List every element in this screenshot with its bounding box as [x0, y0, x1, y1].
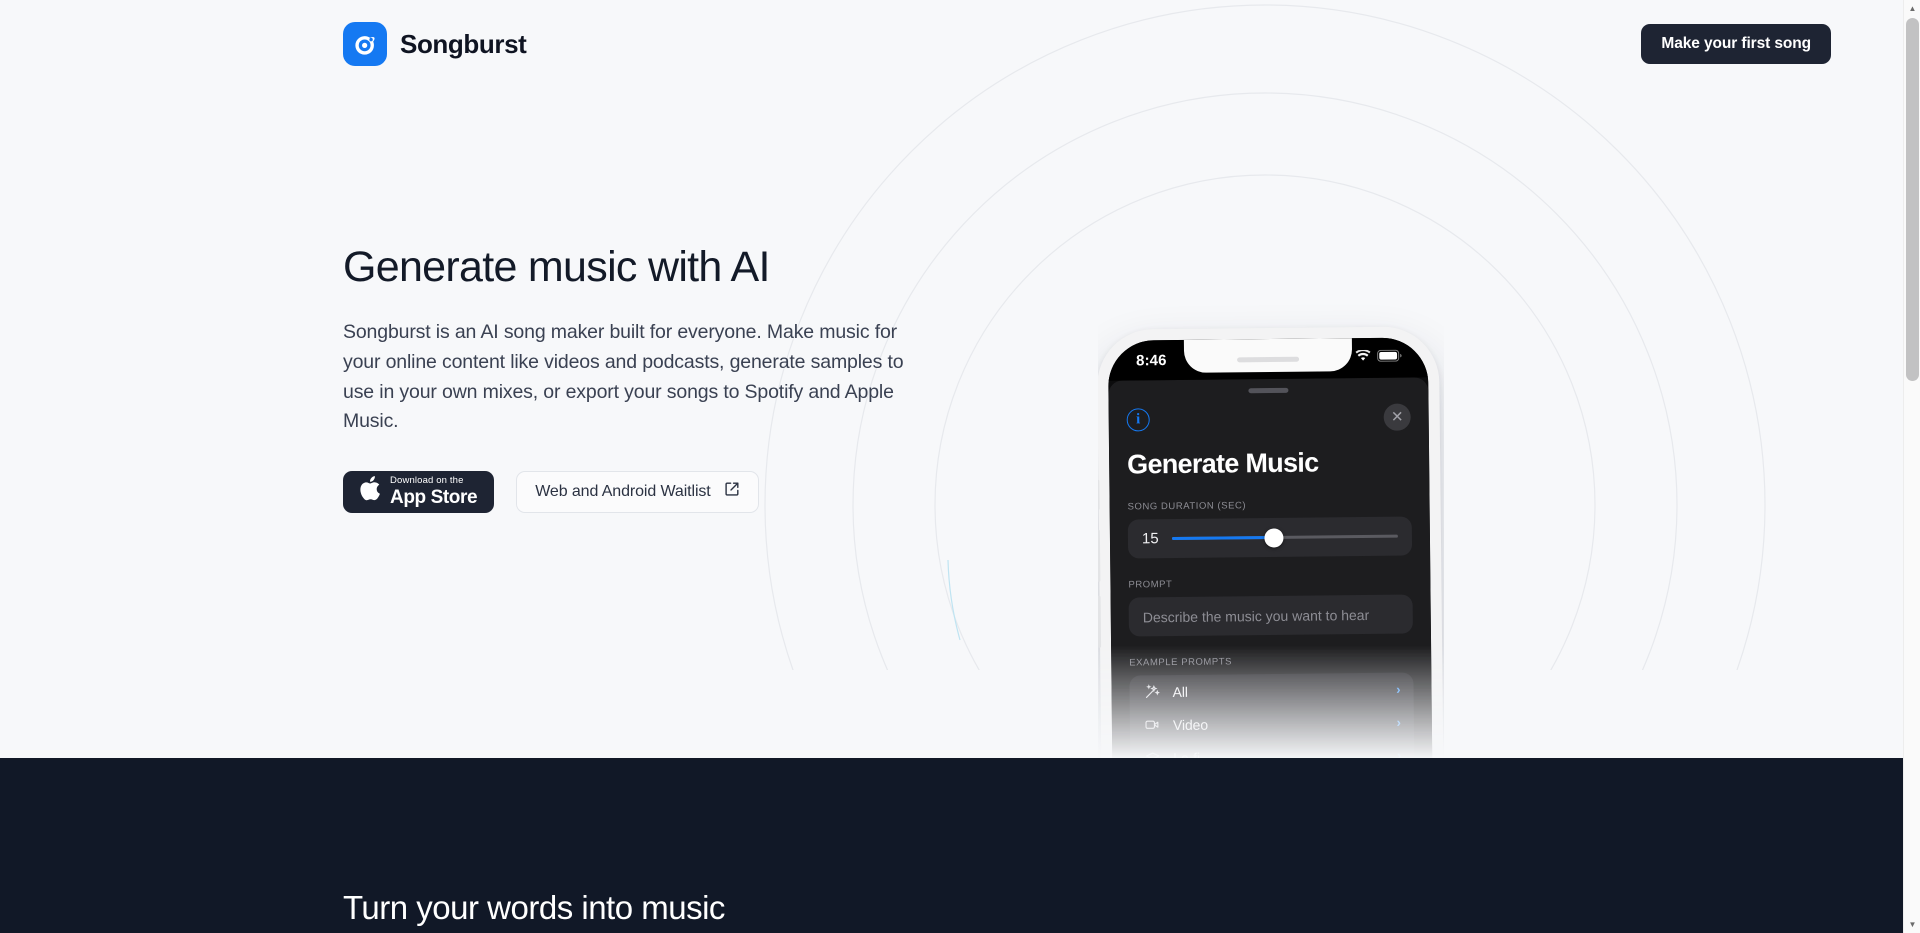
wifi-icon: [1355, 349, 1371, 367]
phone-screen: 8:46 i ✕ Generate Music SONG DURATION (S…: [1107, 337, 1435, 758]
list-item-label: All: [1172, 683, 1188, 700]
chevron-right-icon: ›: [1396, 681, 1401, 697]
scrollbar-up-arrow-icon[interactable]: ▲: [1904, 0, 1920, 17]
prompt-input[interactable]: [1128, 594, 1413, 637]
sheet-title: Generate Music: [1127, 447, 1319, 480]
hero-section: Generate music with AI Songburst is an A…: [0, 88, 1903, 758]
song-duration-value: 15: [1141, 530, 1159, 548]
hero-subtitle: Songburst is an AI song maker built for …: [343, 321, 904, 433]
slider-fill: [1171, 535, 1274, 541]
sparkle-wand-icon: [1142, 683, 1160, 701]
phone-mockup: 8:46 i ✕ Generate Music SONG DURATION (S…: [1098, 240, 1444, 758]
phone-earpiece-speaker: [1237, 356, 1300, 363]
status-time: 8:46: [1135, 351, 1167, 369]
section-heading: Turn your words into music: [343, 889, 725, 926]
scrollbar-down-arrow-icon[interactable]: ▼: [1904, 916, 1920, 933]
phone-volume-down-button: [1098, 595, 1102, 648]
make-first-song-button[interactable]: Make your first song: [1641, 24, 1831, 64]
hero-actions: Download on the App Store Web and Androi…: [343, 470, 943, 513]
list-item-label: Lo-fi: [1173, 749, 1201, 758]
phone-status-bar: 8:46: [1107, 337, 1429, 381]
sheet-topbar: i ✕: [1126, 403, 1411, 434]
video-camera-icon: [1143, 716, 1161, 734]
hero-copy: Generate music with AI Songburst is an A…: [343, 243, 943, 513]
graduation-cap-icon: [1143, 749, 1161, 758]
song-duration-slider[interactable]: 15: [1127, 516, 1413, 559]
brand-logo-link[interactable]: Songburst: [343, 22, 527, 66]
list-item[interactable]: All ›: [1129, 673, 1413, 709]
chevron-right-icon: ›: [1396, 747, 1402, 758]
phone-frame: 8:46 i ✕ Generate Music SONG DURATION (S…: [1098, 326, 1444, 758]
songburst-comet-logo-icon: [343, 22, 387, 66]
phone-silent-switch: [1098, 479, 1100, 510]
battery-full-icon: [1377, 349, 1402, 367]
page-root: Songburst Make your first song Generate …: [0, 0, 1920, 933]
site-header: Songburst Make your first song: [0, 0, 1903, 88]
waitlist-label: Web and Android Waitlist: [535, 482, 711, 500]
web-android-waitlist-button[interactable]: Web and Android Waitlist: [516, 470, 759, 513]
list-item[interactable]: Video ›: [1130, 706, 1414, 742]
list-item-label: Video: [1172, 716, 1209, 733]
phone-notch: [1183, 337, 1353, 373]
app-store-download-button[interactable]: Download on the App Store: [343, 470, 495, 513]
words-into-music-section: Turn your words into music: [0, 758, 1903, 933]
example-prompts-label: EXAMPLE PROMPTS: [1129, 656, 1233, 669]
brand-name: Songburst: [400, 28, 527, 59]
chevron-right-icon: ›: [1396, 714, 1401, 730]
info-circle-icon[interactable]: i: [1126, 408, 1150, 432]
scrollbar-thumb[interactable]: [1906, 18, 1919, 381]
page-scrollbar[interactable]: ▲ ▼: [1903, 0, 1920, 933]
external-link-icon: [724, 481, 740, 502]
list-item[interactable]: Lo-fi ›: [1130, 739, 1414, 758]
generate-music-sheet: i ✕ Generate Music SONG DURATION (SEC) 1…: [1108, 377, 1435, 758]
app-store-small-label: Download on the: [390, 475, 464, 487]
slider-track[interactable]: [1171, 527, 1398, 548]
song-duration-label: SONG DURATION (SEC): [1127, 500, 1247, 513]
app-store-big-label: App Store: [390, 486, 478, 508]
slider-knob[interactable]: [1264, 527, 1284, 548]
apple-logo-icon: [358, 475, 381, 507]
prompt-label: PROMPT: [1128, 579, 1173, 591]
example-prompts-list: All › Video › Lo-fi ›: [1129, 672, 1416, 758]
page-title: Generate music with AI: [343, 243, 770, 291]
sheet-drag-handle[interactable]: [1248, 387, 1289, 394]
close-icon[interactable]: ✕: [1383, 403, 1411, 431]
phone-volume-up-button: [1098, 529, 1101, 582]
